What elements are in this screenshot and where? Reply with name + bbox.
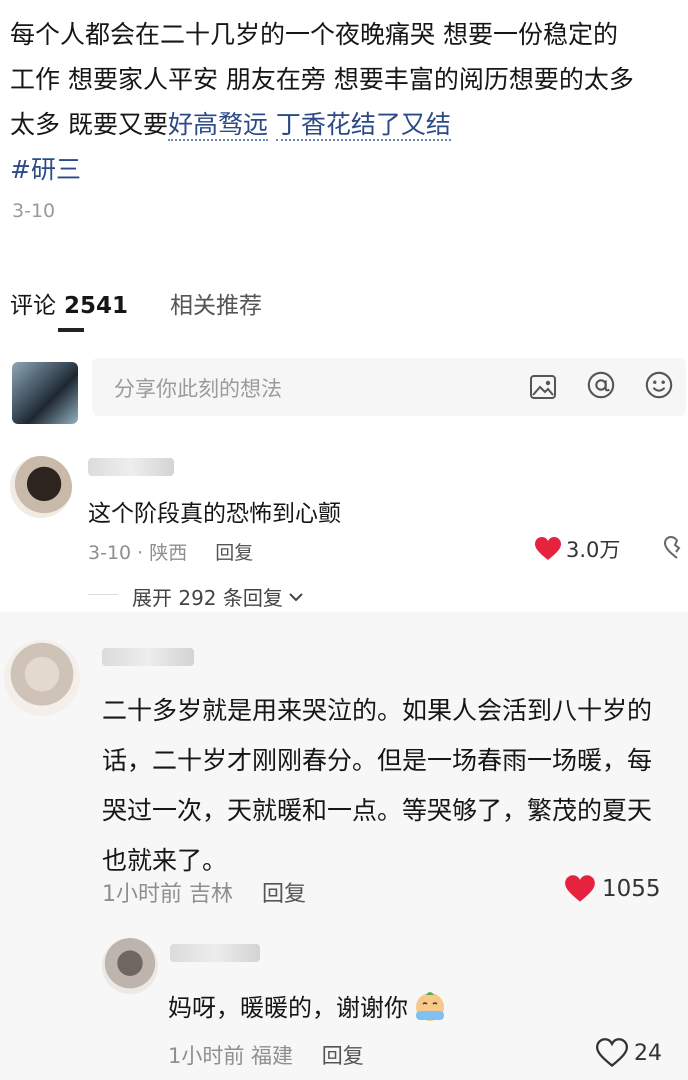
reply-text-row: 妈呀，暖暖的，谢谢你 (168, 988, 448, 1023)
comment-text: 这个阶段真的恐怖到心颤 (88, 501, 341, 527)
at-icon[interactable] (586, 370, 616, 400)
post-line-3: 太多 既要又要好高骛远 丁香花结了又结 (10, 102, 686, 147)
like-button[interactable]: 3.0万 (534, 534, 620, 564)
heart-icon (565, 875, 595, 902)
reply-button[interactable]: 回复 (215, 542, 253, 564)
tab-comments-label: 评论 (10, 293, 56, 319)
like-button[interactable]: 1055 (564, 874, 661, 904)
comment-time: 1小时前 吉林 (102, 882, 233, 907)
topic-link-2[interactable]: 丁香花结了又结 (275, 110, 451, 141)
crying-emoji-icon (416, 991, 444, 1021)
post-line-2: 工作 想要家人平安 朋友在旁 想要丰富的阅历想要的太多 (10, 65, 634, 94)
reply-button[interactable]: 回复 (322, 1044, 364, 1068)
like-button[interactable]: 24 (596, 1038, 662, 1068)
chevron-down-icon (289, 592, 303, 601)
reply-text: 妈呀，暖暖的，谢谢你 (168, 994, 408, 1022)
like-count: 3.0万 (566, 538, 621, 562)
comment-date: 3-10 · 陕西 (88, 542, 188, 564)
topic-link-1[interactable]: 好高骛远 (167, 110, 268, 141)
tab-related[interactable]: 相关推荐 (170, 286, 262, 320)
replier-avatar[interactable] (102, 938, 158, 994)
expand-replies-button[interactable]: 展开 292 条回复 (132, 582, 303, 611)
post-date: 3-10 (12, 200, 56, 222)
tab-comments[interactable]: 评论 2541 (10, 286, 128, 320)
commenter-avatar[interactable] (10, 456, 72, 518)
replier-name-blurred (170, 944, 260, 962)
comment-input-placeholder: 分享你此刻的想法 (114, 377, 282, 401)
commenter-name-blurred (88, 458, 174, 476)
emoji-icon[interactable] (644, 370, 674, 400)
heart-outline-icon (596, 1038, 628, 1068)
like-count: 24 (634, 1040, 662, 1066)
reply-meta: 1小时前 福建 回复 (168, 1040, 364, 1070)
post-line-1: 每个人都会在二十几岁的一个夜晚痛哭 想要一份稳定的 (10, 20, 618, 49)
image-icon[interactable] (528, 372, 558, 402)
post-body: 每个人都会在二十几岁的一个夜晚痛哭 想要一份稳定的 工作 想要家人平安 朋友在旁… (10, 12, 686, 192)
heart-icon (535, 537, 561, 560)
hashtag-link[interactable]: #研三 (10, 147, 686, 192)
dislike-icon[interactable] (663, 535, 688, 564)
comment-meta: 1小时前 吉林 回复 (102, 876, 306, 908)
reply-time: 1小时前 福建 (168, 1044, 294, 1068)
my-avatar (12, 362, 78, 424)
reply-button[interactable]: 回复 (262, 882, 306, 907)
comment-meta: 3-10 · 陕西 回复 (88, 538, 253, 565)
comment-text: 二十多岁就是用来哭泣的。如果人会活到八十岁的话，二十岁才刚刚春分。但是一场春雨一… (102, 696, 653, 875)
commenter-avatar[interactable] (4, 640, 80, 716)
expand-divider (88, 594, 118, 595)
expand-replies-label: 展开 292 条回复 (132, 586, 283, 610)
post-line-3-prefix: 太多 既要又要 (10, 110, 168, 139)
tab-comments-count: 2541 (64, 293, 129, 319)
tab-active-indicator (58, 328, 84, 332)
commenter-name-blurred (102, 648, 194, 666)
like-count: 1055 (602, 876, 661, 902)
